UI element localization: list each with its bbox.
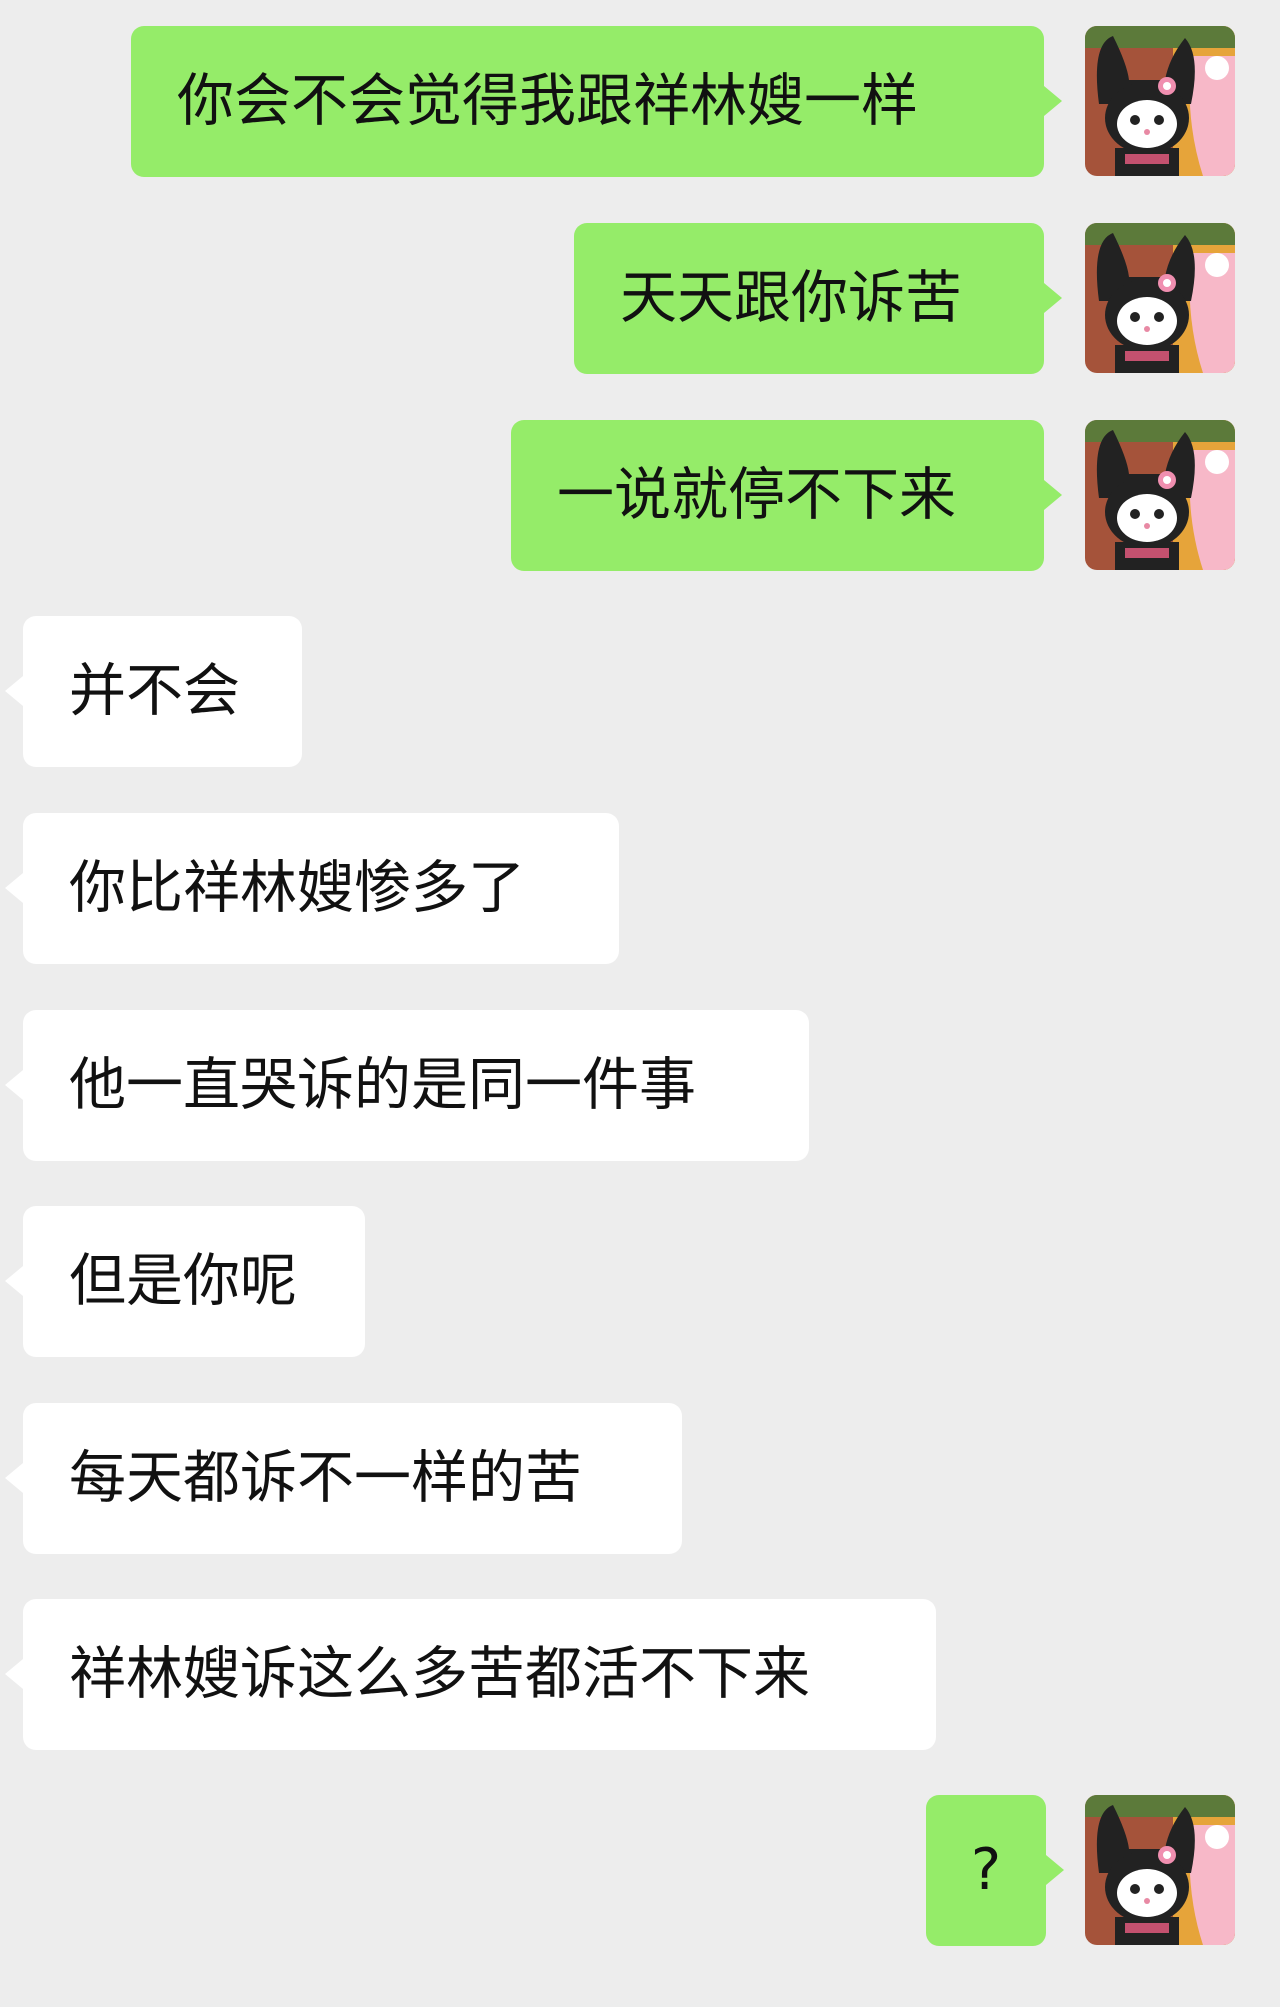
chat-area: 你会不会觉得我跟祥林嫂一样 天天跟你诉苦 一说就停不下来 并不会 你比祥林嫂惨多… <box>0 0 1280 2007</box>
message-text: 祥林嫂诉这么多苦都活不下来 <box>69 1641 810 1707</box>
kuromi-avatar-icon <box>1085 1795 1235 1945</box>
message-text: 一说就停不下来 <box>557 462 956 528</box>
message-bubble[interactable]: 一说就停不下来 <box>511 420 1044 571</box>
kuromi-avatar-icon <box>1085 223 1235 373</box>
message-text: 每天都诉不一样的苦 <box>69 1445 582 1511</box>
avatar[interactable] <box>1085 1795 1235 1945</box>
bubble-tail <box>1046 1855 1064 1885</box>
message-bubble[interactable]: 你会不会觉得我跟祥林嫂一样 <box>131 26 1044 177</box>
message-text: 并不会 <box>69 658 240 724</box>
bubble-tail <box>1044 283 1062 313</box>
kuromi-avatar-icon <box>1085 26 1235 176</box>
avatar[interactable] <box>1085 223 1235 373</box>
message-text: ? <box>970 1837 1002 1903</box>
bubble-tail <box>5 1659 23 1689</box>
message-text: 他一直哭诉的是同一件事 <box>69 1052 696 1118</box>
message-bubble[interactable]: 他一直哭诉的是同一件事 <box>23 1010 809 1161</box>
bubble-tail <box>1044 86 1062 116</box>
bubble-tail <box>5 676 23 706</box>
bubble-tail <box>5 1266 23 1296</box>
bubble-tail <box>5 1463 23 1493</box>
message-text: 天天跟你诉苦 <box>620 265 962 331</box>
message-bubble[interactable]: 天天跟你诉苦 <box>574 223 1044 374</box>
kuromi-avatar-icon <box>1085 420 1235 570</box>
message-bubble[interactable]: 但是你呢 <box>23 1206 365 1357</box>
message-bubble[interactable]: 并不会 <box>23 616 302 767</box>
message-bubble[interactable]: ? <box>926 1795 1046 1946</box>
avatar[interactable] <box>1085 26 1235 176</box>
bubble-tail <box>5 873 23 903</box>
message-bubble[interactable]: 祥林嫂诉这么多苦都活不下来 <box>23 1599 936 1750</box>
message-text: 你比祥林嫂惨多了 <box>69 855 525 921</box>
bubble-tail <box>1044 480 1062 510</box>
message-bubble[interactable]: 你比祥林嫂惨多了 <box>23 813 619 964</box>
message-text: 你会不会觉得我跟祥林嫂一样 <box>177 68 918 134</box>
message-bubble[interactable]: 每天都诉不一样的苦 <box>23 1403 682 1554</box>
avatar[interactable] <box>1085 420 1235 570</box>
message-text: 但是你呢 <box>69 1248 297 1314</box>
bubble-tail <box>5 1070 23 1100</box>
